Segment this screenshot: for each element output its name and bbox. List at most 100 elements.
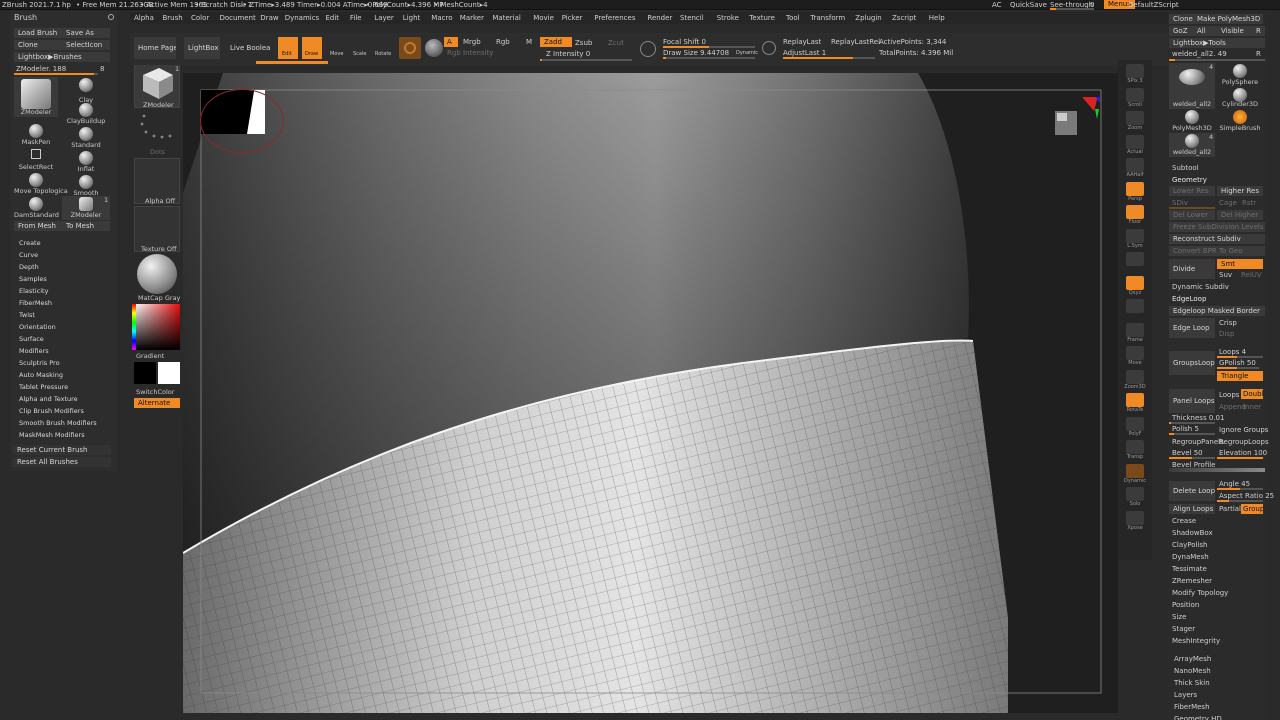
visible-button[interactable]: Visible (1217, 26, 1253, 36)
brush-tile-claybuildup[interactable]: ClayBuildup (62, 102, 110, 126)
view-polyf-icon[interactable] (1126, 416, 1144, 431)
mrgb-button[interactable]: Mrgb (463, 37, 481, 47)
texture-thumb[interactable]: Texture Off (134, 206, 180, 253)
view-l-sym-icon[interactable] (1126, 228, 1144, 243)
brush-menu-alpha-and-texture[interactable]: Alpha and Texture (19, 395, 78, 403)
r2-button[interactable]: R (1256, 49, 1261, 59)
material-picker-button[interactable] (399, 37, 421, 59)
view-persp-icon[interactable] (1126, 181, 1144, 196)
load-brush-button[interactable]: Load Brush (14, 28, 62, 38)
reconstruct-subdiv-button[interactable]: Reconstruct Subdiv (1169, 234, 1265, 244)
loops-slider[interactable]: Loops (1219, 390, 1239, 400)
view-qxyz-icon[interactable] (1126, 275, 1144, 290)
replay-last-button[interactable]: ReplayLast (783, 37, 821, 47)
align-loops-button[interactable]: Align Loops (1169, 504, 1215, 514)
view-toggle-icon[interactable] (1126, 299, 1144, 313)
clone-tool-button[interactable]: Clone (1169, 14, 1193, 24)
view-scroll-icon[interactable] (1126, 87, 1144, 102)
menu-color[interactable]: Color (191, 13, 209, 23)
menu-file[interactable]: File (350, 13, 362, 23)
geometry-menu-tessimate[interactable]: Tessimate (1172, 564, 1207, 574)
view-zoom3d-icon[interactable] (1126, 369, 1144, 384)
zcut-button[interactable]: Zcut (608, 38, 624, 48)
elevation-slider-track[interactable] (1217, 457, 1263, 459)
brush-tile-zmodeler[interactable]: ZModeler (14, 77, 58, 117)
tool-tile-polysphere[interactable]: PolySphere (1217, 63, 1263, 87)
groups-button[interactable]: Groups (1241, 504, 1263, 514)
replay-last-rel-button[interactable]: ReplayLastRel (831, 37, 880, 47)
menu-brush[interactable]: Brush (163, 13, 183, 23)
goz-button[interactable]: GoZ (1169, 26, 1193, 36)
dynamic-subdiv-header[interactable]: Dynamic Subdiv (1172, 282, 1229, 292)
zadd-button[interactable]: Zadd (540, 37, 572, 47)
main-color-swatch[interactable] (134, 362, 156, 384)
higher-res-button[interactable]: Higher Res (1217, 186, 1263, 196)
to-mesh-button[interactable]: To Mesh (62, 221, 110, 231)
cage-button[interactable]: Cage (1219, 198, 1237, 208)
menu-picker[interactable]: Picker (562, 13, 583, 23)
tool-tile-simplebrush[interactable]: SimpleBrush (1217, 109, 1263, 133)
edgeloop-header[interactable]: EdgeLoop (1172, 294, 1206, 304)
reluv-button[interactable]: RelUV (1241, 270, 1262, 280)
aspect-ratio-slider-track[interactable] (1217, 500, 1263, 502)
del-higher-button[interactable]: Del Higher (1217, 210, 1263, 220)
view-actual-icon[interactable] (1126, 134, 1144, 149)
clone-brush-button[interactable]: Clone (14, 40, 62, 50)
tool-tile-polymesh3d[interactable]: PolyMesh3D (1169, 109, 1215, 133)
suv-button[interactable]: Suv (1219, 270, 1232, 280)
save-as-button[interactable]: Save As (62, 28, 110, 38)
bevel-slider-track[interactable] (1169, 457, 1215, 459)
scale-mode-button[interactable]: Scale (352, 37, 372, 59)
double-button[interactable]: Double (1241, 389, 1263, 399)
r-button[interactable]: R (1253, 26, 1265, 36)
alpha-thumb[interactable]: Alpha Off (134, 158, 180, 205)
from-mesh-button[interactable]: From Mesh (14, 221, 62, 231)
color-picker[interactable] (134, 304, 180, 350)
tool-slider[interactable] (1169, 59, 1265, 61)
brush-menu-orientation[interactable]: Orientation (19, 323, 56, 331)
subtool-header[interactable]: Subtool (1172, 163, 1199, 173)
view-spix-3-icon[interactable] (1126, 64, 1144, 78)
make-polymesh-button[interactable]: Make PolyMesh3D (1193, 14, 1263, 24)
replay-icon[interactable] (762, 41, 776, 55)
z-intensity-label[interactable]: Z Intensity 0 (546, 49, 590, 59)
current-brush-thumb[interactable]: ZModeler 1 (134, 62, 180, 109)
del-lower-button[interactable]: Del Lower (1169, 210, 1215, 220)
geometry-menu-shadowbox[interactable]: ShadowBox (1172, 528, 1213, 538)
geometry-menu-meshintegrity[interactable]: MeshIntegrity (1172, 636, 1220, 646)
menu-layer[interactable]: Layer (374, 13, 394, 23)
focal-shift-icon[interactable] (640, 41, 656, 57)
menu-material[interactable]: Material (492, 13, 520, 23)
m-button[interactable]: M (526, 37, 532, 47)
triangle-button[interactable]: Triangle (1217, 371, 1263, 381)
brush-menu-clip-brush-modifiers[interactable]: Clip Brush Modifiers (19, 407, 84, 415)
rstr-button[interactable]: Rstr (1242, 198, 1256, 208)
menu-alpha[interactable]: Alpha (134, 13, 154, 23)
menu-stroke[interactable]: Stroke (717, 13, 739, 23)
brush-menu-surface[interactable]: Surface (19, 335, 44, 343)
brush-menu-smooth-brush-modifiers[interactable]: Smooth Brush Modifiers (19, 419, 97, 427)
geometry-menu-claypolish[interactable]: ClayPolish (1172, 540, 1208, 550)
brush-menu-curve[interactable]: Curve (19, 251, 38, 259)
select-icon-button[interactable]: SelectIcon (62, 40, 110, 50)
menu-zplugin[interactable]: Zplugin (855, 13, 881, 23)
move-mode-button[interactable]: Move (328, 37, 348, 59)
sdiv-slider-track[interactable] (1169, 207, 1215, 209)
geometry-menu-size[interactable]: Size (1172, 612, 1186, 622)
view-zoom-icon[interactable] (1126, 111, 1144, 125)
geometry-menu-modify-topology[interactable]: Modify Topology (1172, 588, 1228, 598)
rgb-intensity-label[interactable]: Rgb Intensity (447, 48, 493, 58)
menu-marker[interactable]: Marker (460, 13, 484, 23)
brush-tile-damstandard[interactable]: DamStandard (14, 196, 59, 220)
edit-mode-button[interactable]: Edit (278, 37, 298, 59)
menu-edit[interactable]: Edit (326, 13, 340, 23)
menu-draw[interactable]: Draw (260, 13, 278, 23)
brush-tile-selectrect[interactable]: SelectRect (14, 148, 58, 172)
geometry-header[interactable]: Geometry (1172, 175, 1207, 185)
viewport-canvas[interactable] (183, 73, 1118, 713)
groups-loops-button[interactable]: GroupsLoops (1169, 351, 1215, 375)
zsub-button[interactable]: Zsub (575, 38, 592, 48)
lower-res-button[interactable]: Lower Res (1169, 186, 1215, 196)
brush-tile-standard[interactable]: Standard (62, 126, 110, 150)
view-toggle-icon[interactable] (1126, 252, 1144, 266)
